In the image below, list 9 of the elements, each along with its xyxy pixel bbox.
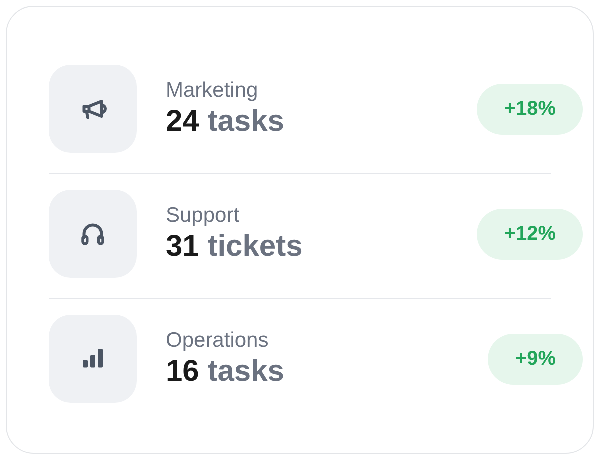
category-label: Operations	[166, 329, 270, 353]
category-label: Support	[166, 204, 241, 228]
count-text: 24 tasks	[166, 105, 286, 139]
change-badge: +9%	[488, 334, 583, 384]
change-badge: +18%	[477, 84, 583, 134]
category-label: Marketing	[166, 79, 260, 103]
change-badge: +12%	[477, 208, 583, 260]
count-text: 16 tasks	[166, 355, 286, 389]
count-text: 31 tickets	[166, 230, 304, 264]
